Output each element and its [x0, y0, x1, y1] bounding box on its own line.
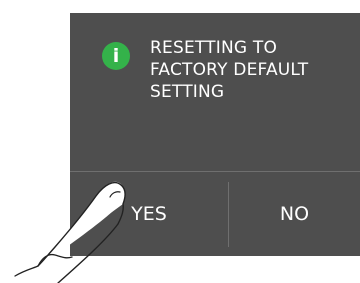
reset-confirmation-dialog: i RESETTING TO FACTORY DEFAULT SETTING Y…	[70, 13, 360, 256]
message-line-2: FACTORY DEFAULT	[150, 60, 309, 80]
info-icon: i	[102, 42, 130, 70]
dialog-message-area: i RESETTING TO FACTORY DEFAULT SETTING	[70, 13, 360, 171]
dialog-message: RESETTING TO FACTORY DEFAULT SETTING	[150, 37, 355, 103]
no-button[interactable]: NO	[229, 172, 360, 257]
message-line-1: RESETTING TO	[150, 38, 278, 58]
dialog-button-bar: YES NO	[70, 171, 360, 257]
yes-button[interactable]: YES	[70, 172, 228, 257]
message-line-3: SETTING	[150, 82, 225, 102]
